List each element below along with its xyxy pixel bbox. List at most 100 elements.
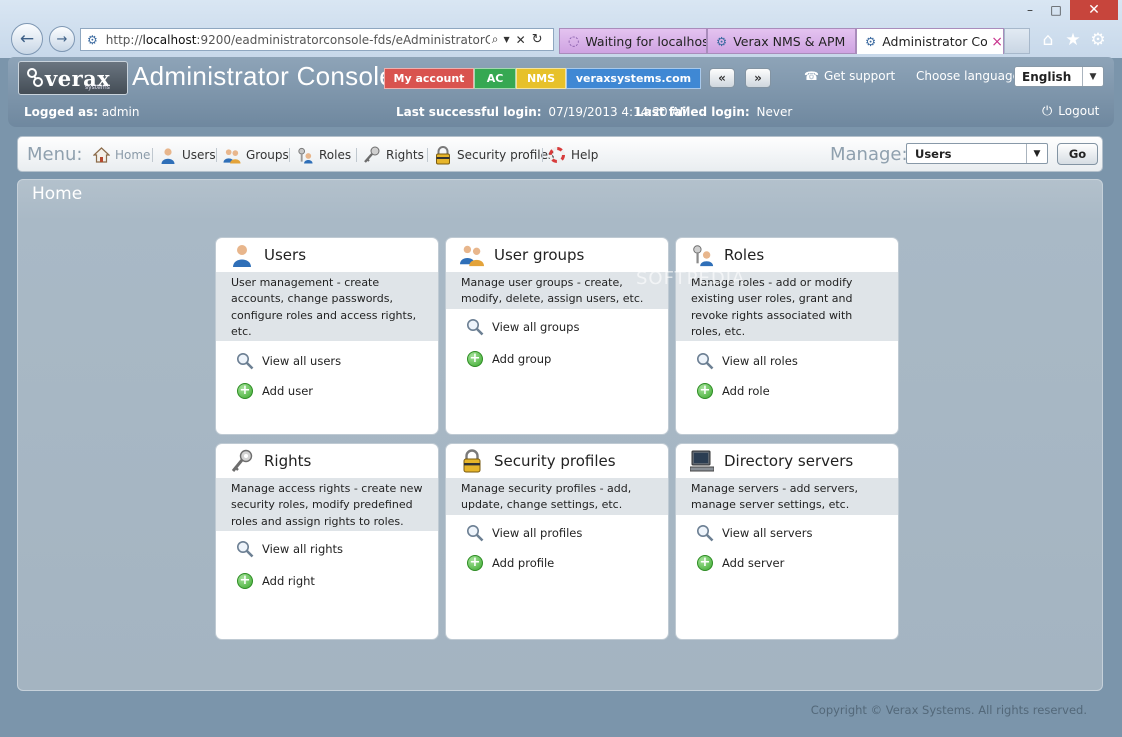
card-title: Users bbox=[216, 238, 438, 272]
add-right-link[interactable]: + Add right bbox=[235, 571, 315, 591]
card-roles: Roles Manage roles - add or modify exist… bbox=[675, 237, 899, 435]
app-title: Administrator Console bbox=[132, 61, 395, 91]
tab-label: Verax NMS & APM bbox=[733, 33, 846, 49]
menu-item-security-profiles[interactable]: Security profiles bbox=[434, 145, 554, 164]
view-all-servers-link[interactable]: View all servers bbox=[695, 523, 812, 543]
lock-icon bbox=[460, 449, 484, 473]
my-account-button[interactable]: My account bbox=[384, 68, 474, 89]
card-user-groups: User groups Manage user groups - create,… bbox=[445, 237, 669, 435]
previous-button[interactable]: « bbox=[709, 68, 735, 88]
add-user-link[interactable]: + Add user bbox=[235, 381, 313, 401]
home-icon bbox=[92, 146, 110, 164]
tab-waiting[interactable]: ◌ Waiting for localhost bbox=[559, 28, 707, 54]
back-arrow-icon: ← bbox=[19, 29, 35, 49]
magnifier-icon bbox=[695, 523, 715, 543]
card-rights: Rights Manage access rights - create new… bbox=[215, 443, 439, 640]
add-role-link[interactable]: + Add role bbox=[695, 381, 770, 401]
forward-button[interactable]: → bbox=[49, 26, 75, 52]
nms-button[interactable]: NMS bbox=[516, 68, 566, 89]
last-failed-login: Last failed login: Never bbox=[636, 105, 792, 119]
magnifier-icon bbox=[235, 539, 255, 559]
logo-subtext: systems bbox=[85, 84, 110, 91]
back-button[interactable]: ← bbox=[11, 23, 43, 55]
forward-arrow-icon: → bbox=[56, 31, 68, 47]
stop-icon[interactable]: ✕ bbox=[516, 33, 526, 47]
add-plus-icon: + bbox=[695, 553, 715, 573]
last-failed-value: Never bbox=[756, 105, 793, 119]
logout-link[interactable]: ⏻ Logout bbox=[1042, 104, 1099, 119]
roles-icon bbox=[690, 243, 714, 267]
card-description: User management - create accounts, chang… bbox=[216, 272, 438, 341]
logo-mark-icon bbox=[27, 68, 43, 87]
group-icon bbox=[460, 243, 484, 267]
dropdown-icon[interactable]: ▼ bbox=[504, 35, 510, 44]
search-icon[interactable]: ⌕ bbox=[492, 32, 499, 47]
card-description: Manage servers - add servers, manage ser… bbox=[676, 478, 898, 515]
menu-bar: Menu: Home Users Groups Roles Rights Sec… bbox=[17, 136, 1103, 172]
add-server-link[interactable]: + Add server bbox=[695, 553, 784, 573]
menu-item-help[interactable]: Help bbox=[548, 146, 598, 164]
card-security-profiles: Security profiles Manage security profil… bbox=[445, 443, 669, 640]
next-button[interactable]: » bbox=[745, 68, 771, 88]
settings-gear-icon[interactable]: ⚙ bbox=[1088, 30, 1108, 50]
menu-item-roles[interactable]: Roles bbox=[296, 146, 351, 164]
menu-item-users[interactable]: Users bbox=[159, 146, 216, 164]
logged-as-label: Logged as: bbox=[24, 105, 99, 119]
tab-label: Administrator Co... bbox=[882, 34, 988, 49]
menu-separator bbox=[289, 148, 290, 162]
language-value: English bbox=[1022, 69, 1072, 84]
view-all-profiles-link[interactable]: View all profiles bbox=[465, 523, 582, 543]
minimize-button[interactable]: – bbox=[1018, 0, 1042, 20]
add-plus-icon: + bbox=[465, 349, 485, 369]
language-select[interactable]: English ▼ bbox=[1014, 66, 1104, 87]
logout-label: Logout bbox=[1058, 104, 1100, 118]
card-description: Manage user groups - create, modify, del… bbox=[446, 272, 668, 309]
choose-language-label: Choose language: bbox=[916, 69, 1025, 83]
view-all-rights-link[interactable]: View all rights bbox=[235, 539, 343, 559]
favorites-star-icon[interactable]: ★ bbox=[1063, 30, 1083, 50]
menu-item-home[interactable]: Home bbox=[92, 146, 150, 164]
add-profile-link[interactable]: + Add profile bbox=[465, 553, 554, 573]
menu-separator bbox=[152, 148, 153, 162]
ac-button[interactable]: AC bbox=[474, 68, 516, 89]
tab-admin-console[interactable]: ⚙ Administrator Co... × bbox=[856, 28, 1004, 54]
user-icon bbox=[159, 146, 177, 164]
keys-icon bbox=[230, 449, 254, 473]
get-support-link[interactable]: ☎ Get support bbox=[804, 69, 895, 83]
close-window-button[interactable]: ✕ bbox=[1070, 0, 1118, 20]
view-all-roles-link[interactable]: View all roles bbox=[695, 351, 798, 371]
card-title: Roles bbox=[676, 238, 898, 272]
manage-select[interactable]: Users ▼ bbox=[906, 143, 1048, 164]
lock-icon bbox=[434, 145, 452, 164]
menu-item-groups[interactable]: Groups bbox=[223, 146, 289, 164]
menu-separator bbox=[216, 148, 217, 162]
menu-separator bbox=[356, 148, 357, 162]
veraxsystems-link-button[interactable]: veraxsystems.com bbox=[566, 68, 701, 89]
new-tab-button[interactable] bbox=[1004, 28, 1030, 54]
card-users: Users User management - create accounts,… bbox=[215, 237, 439, 435]
add-group-link[interactable]: + Add group bbox=[465, 349, 551, 369]
manage-label: Manage: bbox=[830, 144, 908, 165]
tab-verax-nms[interactable]: ⚙ Verax NMS & APM bbox=[707, 28, 856, 54]
add-plus-icon: + bbox=[465, 553, 485, 573]
view-all-users-link[interactable]: View all users bbox=[235, 351, 341, 371]
menu-item-rights[interactable]: Rights bbox=[363, 146, 424, 164]
chevron-down-icon: ▼ bbox=[1082, 67, 1103, 86]
add-plus-icon: + bbox=[695, 381, 715, 401]
roles-icon bbox=[296, 146, 314, 164]
refresh-icon[interactable]: ↻ bbox=[532, 32, 543, 47]
home-icon[interactable]: ⌂ bbox=[1038, 30, 1058, 50]
url-text[interactable]: http://localhost:9200/eadministratorcons… bbox=[106, 33, 490, 47]
watermark: SOFTPEDIA bbox=[636, 268, 746, 289]
card-title: Directory servers bbox=[676, 444, 898, 478]
card-directory-servers: Directory servers Manage servers - add s… bbox=[675, 443, 899, 640]
home-panel: Home Users User management - create acco… bbox=[17, 179, 1103, 691]
go-button[interactable]: Go bbox=[1057, 143, 1098, 165]
chevron-down-icon: ▼ bbox=[1026, 144, 1047, 163]
loading-icon: ◌ bbox=[568, 33, 580, 49]
address-bar[interactable]: ⚙ http://localhost:9200/eadministratorco… bbox=[80, 28, 554, 51]
close-tab-icon[interactable]: × bbox=[991, 34, 1003, 50]
page-title: Home bbox=[32, 184, 83, 204]
view-all-groups-link[interactable]: View all groups bbox=[465, 317, 579, 337]
maximize-button[interactable]: □ bbox=[1044, 0, 1068, 20]
